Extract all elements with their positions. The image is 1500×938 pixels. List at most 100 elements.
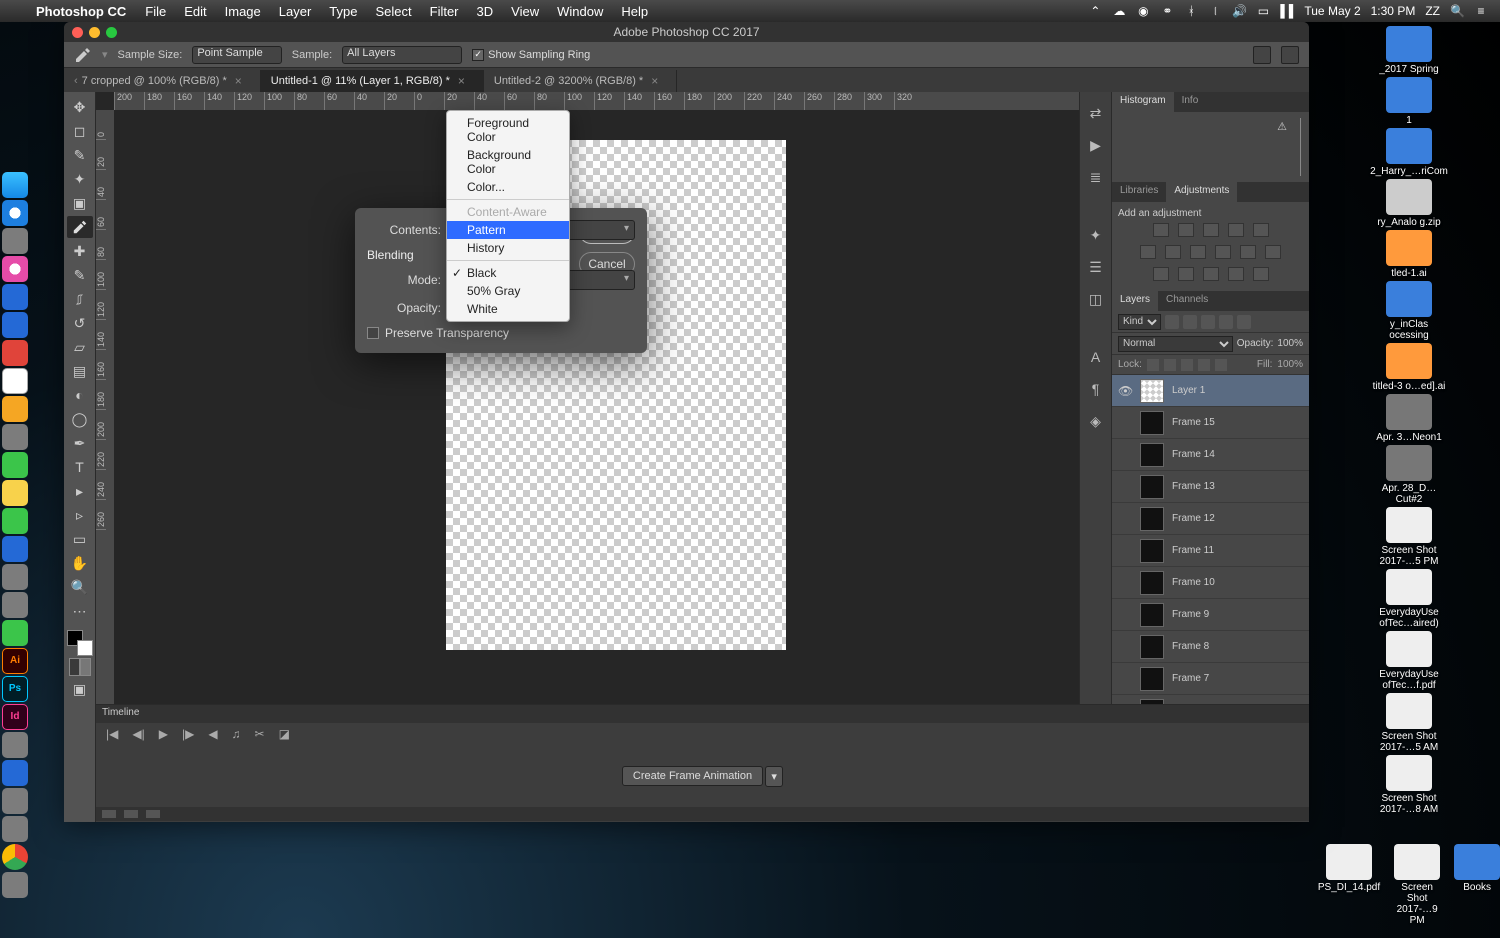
filter-type-icon[interactable] xyxy=(1201,315,1215,329)
tab-channels[interactable]: Channels xyxy=(1158,291,1216,311)
edit-toolbar-icon[interactable]: ⋯ xyxy=(67,600,93,622)
color-swatches[interactable] xyxy=(67,630,93,656)
desktop-item[interactable]: EverydayUse ofTec…f.pdf xyxy=(1369,631,1449,691)
layer-name[interactable]: Frame 11 xyxy=(1172,545,1214,556)
layer-row[interactable]: 👁Layer 1 xyxy=(1112,375,1309,407)
popup-item[interactable]: White xyxy=(447,300,569,318)
layer-name[interactable]: Frame 12 xyxy=(1172,513,1215,524)
dock-photoshop[interactable]: Ps xyxy=(2,676,28,702)
adj-channel-mixer-icon[interactable] xyxy=(1240,245,1256,259)
adj-exposure-icon[interactable] xyxy=(1228,223,1244,237)
next-frame-icon[interactable]: |▶ xyxy=(182,727,194,741)
pen-tool-icon[interactable]: ✒ xyxy=(67,432,93,454)
strip-icon[interactable]: ☰ xyxy=(1085,256,1107,278)
desktop-item[interactable]: Apr. 28_D…Cut#2 xyxy=(1369,445,1449,505)
filter-adjust-icon[interactable] xyxy=(1183,315,1197,329)
layer-row[interactable]: Frame 15 xyxy=(1112,407,1309,439)
dock-ibooks[interactable] xyxy=(2,396,28,422)
popup-item[interactable]: Background Color xyxy=(447,146,569,178)
lock-transparent-icon[interactable] xyxy=(1147,359,1159,371)
strip-icon[interactable]: ¶ xyxy=(1085,378,1107,400)
adj-invert-icon[interactable] xyxy=(1153,267,1169,281)
dock-illustrator[interactable]: Ai xyxy=(2,648,28,674)
eraser-tool-icon[interactable]: ▱ xyxy=(67,336,93,358)
layer-name[interactable]: Frame 8 xyxy=(1172,641,1209,652)
layer-thumbnail[interactable] xyxy=(1140,475,1164,499)
dock-app5[interactable] xyxy=(2,592,28,618)
dock-wechat[interactable] xyxy=(2,620,28,646)
tab-layers[interactable]: Layers xyxy=(1112,291,1158,311)
preserve-transparency-checkbox[interactable] xyxy=(367,327,379,339)
document-tab[interactable]: Untitled-1 @ 11% (Layer 1, RGB/8) *× xyxy=(261,70,484,92)
app-name[interactable]: Photoshop CC xyxy=(26,4,136,19)
wifi-icon[interactable]: ⧙ xyxy=(1208,4,1222,19)
strip-icon[interactable]: ✦ xyxy=(1085,224,1107,246)
desktop-item[interactable]: Books xyxy=(1454,844,1500,926)
dock-appstore[interactable] xyxy=(2,284,28,310)
adj-lookup-icon[interactable] xyxy=(1265,245,1281,259)
layer-thumbnail[interactable] xyxy=(1140,667,1164,691)
timeline-header[interactable]: Timeline xyxy=(96,705,1309,723)
dock-app2[interactable] xyxy=(2,424,28,450)
dropbox-icon[interactable]: ⌃ xyxy=(1088,4,1102,18)
adj-levels-icon[interactable] xyxy=(1178,223,1194,237)
layer-name[interactable]: Frame 15 xyxy=(1172,417,1215,428)
layer-name[interactable]: Layer 1 xyxy=(1172,385,1205,396)
popup-item[interactable]: Foreground Color xyxy=(447,114,569,146)
show-sampling-ring-checkbox[interactable]: ✓ Show Sampling Ring xyxy=(472,49,590,61)
timeline-mode-dropdown[interactable]: ▾ xyxy=(765,766,783,787)
layer-name[interactable]: Frame 7 xyxy=(1172,673,1209,684)
background-swatch[interactable] xyxy=(77,640,93,656)
first-frame-icon[interactable]: |◀ xyxy=(106,727,118,741)
search-icon[interactable] xyxy=(1253,46,1271,64)
dock-chrome[interactable] xyxy=(2,844,28,870)
popup-item[interactable]: Pattern xyxy=(447,221,569,239)
clone-stamp-tool-icon[interactable]: ⎎ xyxy=(67,288,93,310)
quickmask-toggle[interactable] xyxy=(69,658,91,676)
desktop-item[interactable]: titled-3 o…ed].ai xyxy=(1369,343,1449,392)
layer-opacity-value[interactable]: 100% xyxy=(1277,338,1303,349)
eyedropper-tool-icon[interactable] xyxy=(74,46,92,64)
menu-file[interactable]: File xyxy=(136,4,175,19)
dock-app7[interactable] xyxy=(2,788,28,814)
desktop-item[interactable]: Screen Shot 2017-…9 PM xyxy=(1394,844,1440,926)
layer-row[interactable]: Frame 8 xyxy=(1112,631,1309,663)
dock-indesign[interactable]: Id xyxy=(2,704,28,730)
close-tab-icon[interactable]: × xyxy=(458,74,465,88)
lock-position-icon[interactable] xyxy=(1181,359,1193,371)
dock-word[interactable] xyxy=(2,760,28,786)
layer-row[interactable]: Frame 11 xyxy=(1112,535,1309,567)
close-tab-icon[interactable]: × xyxy=(235,74,242,88)
sync-icon[interactable]: ◉ xyxy=(1136,4,1150,18)
tab-histogram[interactable]: Histogram xyxy=(1112,92,1174,112)
menu-filter[interactable]: Filter xyxy=(421,4,468,19)
popup-item[interactable]: ✓Black xyxy=(447,264,569,282)
document-tab[interactable]: Untitled-2 @ 3200% (RGB/8) *× xyxy=(484,70,677,92)
desktop-item[interactable]: y_inClas ocessing xyxy=(1369,281,1449,341)
move-tool-icon[interactable]: ✥ xyxy=(67,96,93,118)
notification-center-icon[interactable]: ≡ xyxy=(1474,4,1488,18)
filter-shape-icon[interactable] xyxy=(1219,315,1233,329)
adj-brightness-icon[interactable] xyxy=(1153,223,1169,237)
adj-balance-icon[interactable] xyxy=(1165,245,1181,259)
hand-tool-icon[interactable]: ✋ xyxy=(67,552,93,574)
dock-app8[interactable] xyxy=(2,816,28,842)
menu-view[interactable]: View xyxy=(502,4,548,19)
create-frame-animation-button[interactable]: Create Frame Animation xyxy=(622,766,763,786)
dock-photos[interactable] xyxy=(2,340,28,366)
crop-tool-icon[interactable]: ▣ xyxy=(67,192,93,214)
dock-app6[interactable] xyxy=(2,732,28,758)
document-tab[interactable]: ‹7 cropped @ 100% (RGB/8) *× xyxy=(64,70,261,92)
dodge-tool-icon[interactable]: ◯ xyxy=(67,408,93,430)
dock-facetime[interactable] xyxy=(2,452,28,478)
screen-mode-icon[interactable]: ▣ xyxy=(67,678,93,700)
desktop-item[interactable]: _2017 Spring xyxy=(1369,26,1449,75)
desktop-item[interactable]: Screen Shot 2017-…5 AM xyxy=(1369,693,1449,753)
layer-filter-kind[interactable]: Kind xyxy=(1118,314,1161,330)
strip-icon[interactable]: ≣ xyxy=(1085,166,1107,188)
desktop-item[interactable]: EverydayUse ofTec…aired) xyxy=(1369,569,1449,629)
menu-select[interactable]: Select xyxy=(366,4,420,19)
magic-wand-tool-icon[interactable]: ✦ xyxy=(67,168,93,190)
path-selection-tool-icon[interactable]: ▸ xyxy=(67,480,93,502)
menu-3d[interactable]: 3D xyxy=(468,4,503,19)
